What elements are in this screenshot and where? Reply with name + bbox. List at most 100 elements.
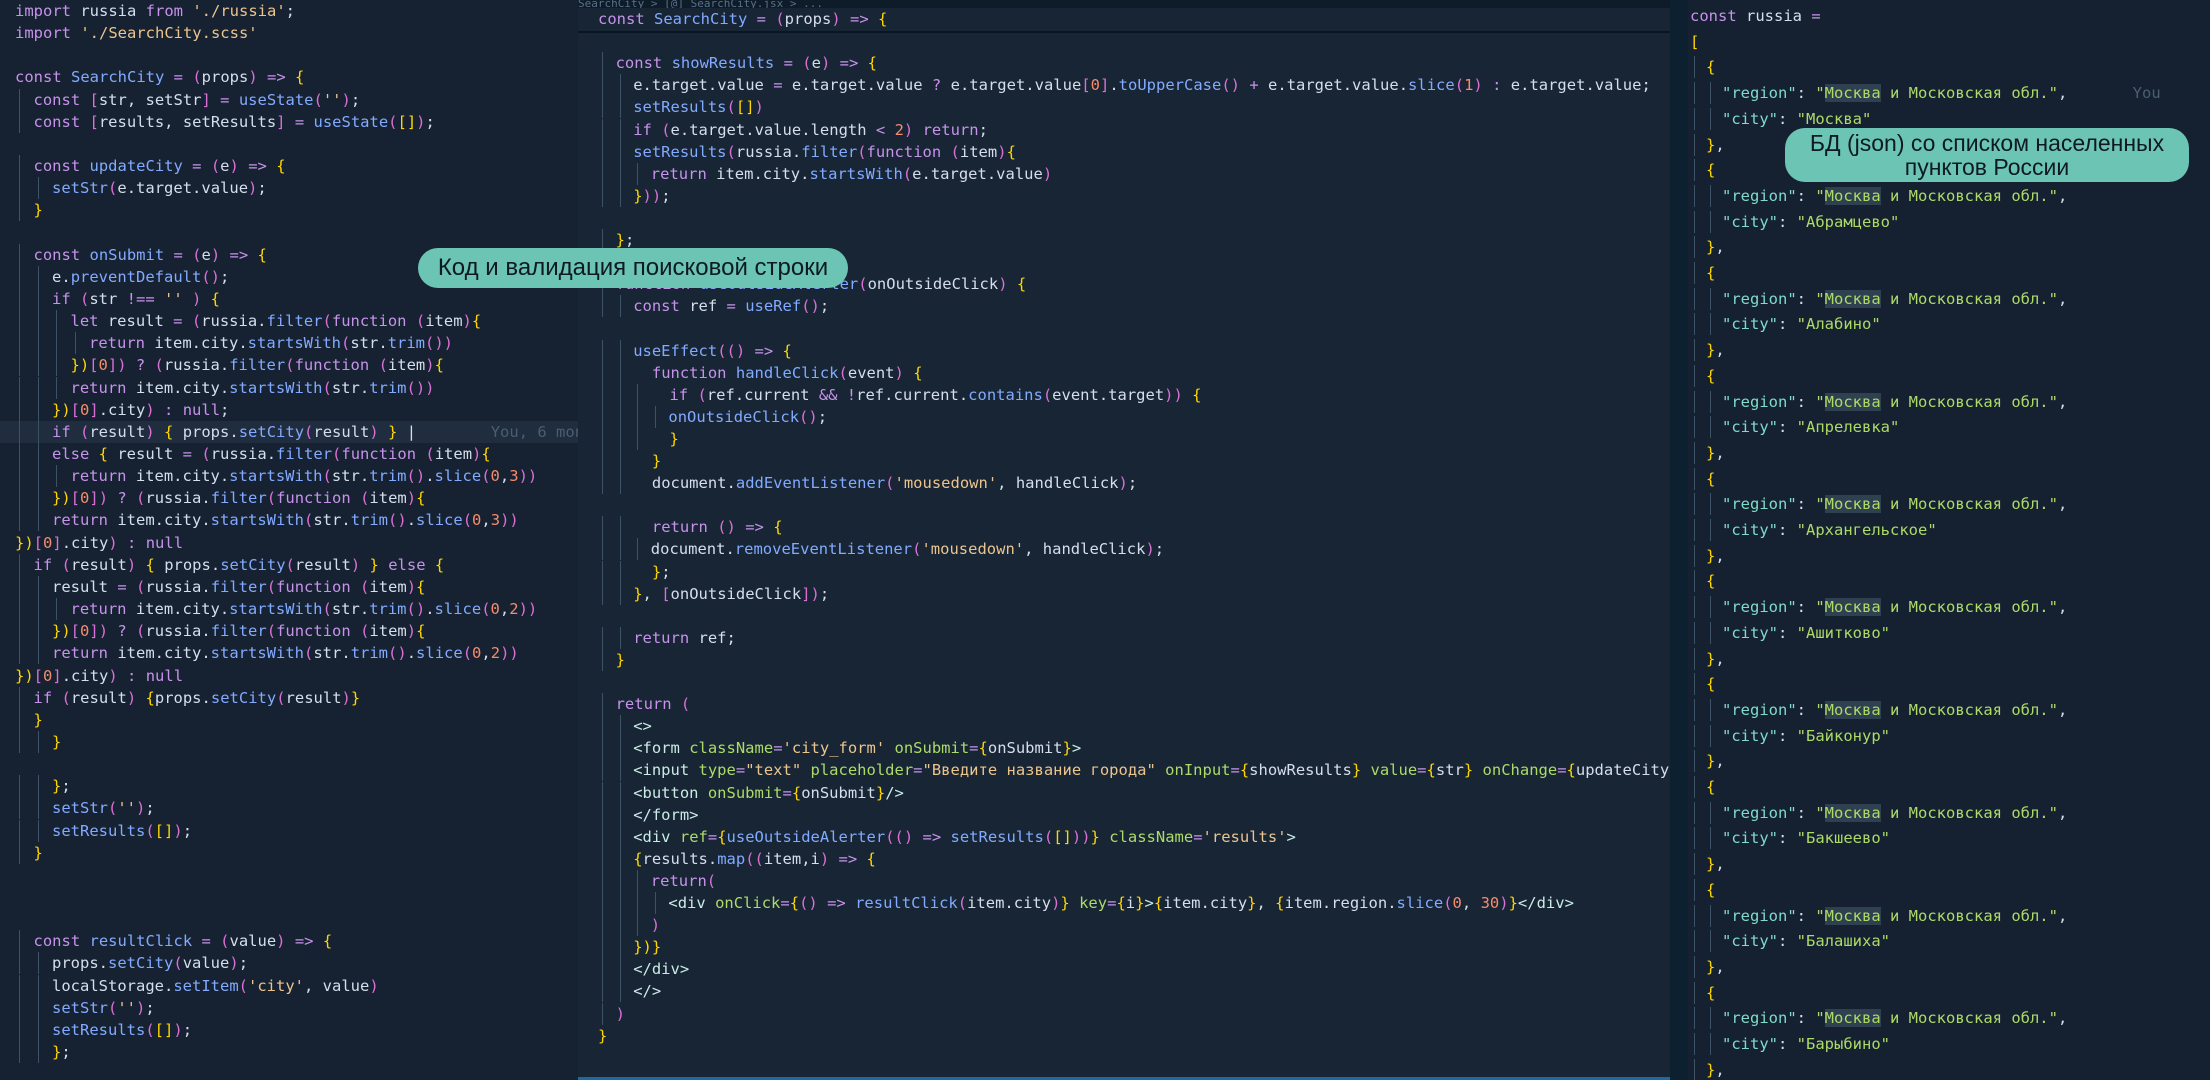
code-line[interactable]: ) (578, 1002, 1670, 1025)
code-line[interactable]: }, (1688, 339, 2210, 362)
code-line[interactable]: setResults([]); (0, 819, 578, 842)
code-line[interactable]: }; (578, 560, 1670, 583)
code-line[interactable]: return item.city.startsWith(str.trim().s… (0, 509, 578, 532)
code-line[interactable]: "city": "Алабино" (1688, 313, 2210, 336)
code-line[interactable]: } (578, 1025, 1670, 1047)
code-line[interactable] (0, 44, 578, 66)
code-line[interactable]: }, (1688, 236, 2210, 259)
code-line[interactable] (578, 605, 1670, 627)
code-line[interactable]: [ (1688, 31, 2210, 53)
code-line[interactable]: "city": "Барыбино" (1688, 1033, 2210, 1055)
code-line[interactable]: localStorage.setItem('city', value) (0, 974, 578, 997)
code-line[interactable]: setStr(e.target.value); (0, 177, 578, 200)
code-line[interactable] (0, 753, 578, 775)
code-line[interactable]: "region": "Москва и Московская обл.", (1688, 390, 2210, 413)
code-line[interactable]: }, (1688, 544, 2210, 567)
code-line[interactable]: } (0, 841, 578, 864)
code-line[interactable]: { (1688, 673, 2210, 696)
code-line[interactable]: if (str !== '' ) { (0, 287, 578, 310)
code-line[interactable]: "region": "Москва и Московская обл.", (1688, 596, 2210, 619)
code-line[interactable]: "region": "Москва и Московская обл.", (1688, 493, 2210, 516)
code-line[interactable] (0, 133, 578, 155)
code-line[interactable]: })[0]) ? (russia.filter(function (item){ (0, 620, 578, 643)
code-line[interactable]: return () => { (578, 516, 1670, 539)
code-line[interactable] (0, 908, 578, 930)
code-line[interactable]: const [str, setStr] = useState(''); (0, 88, 578, 111)
code-line[interactable]: const [results, setResults] = useState([… (0, 110, 578, 133)
code-line[interactable]: "city": "Бакшеево" (1688, 827, 2210, 850)
code-line[interactable]: }; (0, 1041, 578, 1064)
code-line[interactable]: if (result) { props.setCity(result) } el… (0, 553, 578, 576)
code-line[interactable] (0, 222, 578, 244)
code-line[interactable]: })[0]) ? (russia.filter(function (item){ (0, 354, 578, 377)
code-line[interactable]: { (1688, 262, 2210, 284)
code-line[interactable]: document.addEventListener('mousedown', h… (578, 472, 1670, 495)
code-line[interactable]: { (1688, 467, 2210, 490)
code-line[interactable] (0, 864, 578, 886)
code-line[interactable]: return( (578, 869, 1670, 892)
code-line[interactable]: return item.city.startsWith(str.trim().s… (0, 642, 578, 665)
code-line[interactable]: }, [onOutsideClick]); (578, 582, 1670, 605)
code-line[interactable]: if (ref.current && !ref.current.contains… (578, 383, 1670, 406)
code-line[interactable]: })[0].city) : null; (0, 398, 578, 421)
code-line[interactable]: "region": "Москва и Московская обл.", (1688, 904, 2210, 927)
code-line[interactable]: { (1688, 878, 2210, 901)
code-line[interactable] (578, 30, 1670, 52)
code-line[interactable]: }, (1688, 955, 2210, 978)
code-line[interactable]: })[0].city) : null (0, 532, 578, 554)
code-line[interactable]: const resultClick = (value) => { (0, 930, 578, 953)
code-line[interactable]: { (1688, 981, 2210, 1004)
code-line[interactable]: setStr(''); (0, 996, 578, 1019)
code-line[interactable]: "region": "Москва и Московская обл.", (1688, 184, 2210, 207)
code-line[interactable]: setResults(russia.filter(function (item)… (578, 140, 1670, 163)
code-line[interactable]: "city": "Архангельское" (1688, 519, 2210, 541)
code-line[interactable]: function handleClick(event) { (578, 361, 1670, 384)
code-line[interactable]: }; (0, 775, 578, 798)
code-line[interactable]: } (578, 427, 1670, 450)
code-line[interactable]: "city": "Ашитково" (1688, 621, 2210, 644)
code-line[interactable]: "city": "Балашиха" (1688, 930, 2210, 953)
code-line[interactable]: }, (1688, 1058, 2210, 1080)
code-line[interactable]: }, (1688, 441, 2210, 464)
code-line[interactable]: })[0].city) : null (0, 665, 578, 687)
code-line[interactable]: import './SearchCity.scss' (0, 22, 578, 44)
code-line[interactable]: </> (578, 980, 1670, 1003)
code-line[interactable]: }, (1688, 853, 2210, 876)
code-line[interactable] (578, 494, 1670, 516)
code-line[interactable]: onOutsideClick(); (578, 405, 1670, 428)
code-line[interactable]: "city": "Абрамцево" (1688, 210, 2210, 233)
code-panel-search-city-left[interactable]: import russia from './russia'; import './… (0, 0, 578, 1080)
code-line[interactable]: ) (578, 914, 1670, 937)
code-line[interactable]: return item.city.startsWith(e.target.val… (578, 162, 1670, 185)
code-line[interactable]: } (0, 199, 578, 222)
code-line[interactable]: return item.city.startsWith(str.trim()) (0, 376, 578, 399)
code-panel-search-city-middle[interactable]: SearchCity > [@] SearchCity.jsx > ... co… (578, 0, 1670, 1080)
code-line[interactable]: setResults([]); (0, 1018, 578, 1041)
code-line[interactable]: }, (1688, 647, 2210, 670)
code-line[interactable]: if (result) { props.setCity(result) } | … (0, 420, 578, 443)
code-line[interactable]: <> (578, 715, 1670, 738)
code-line[interactable]: setResults([]) (578, 96, 1670, 119)
code-line[interactable]: document.removeEventListener('mousedown'… (578, 538, 1670, 561)
code-line[interactable]: const SearchCity = (props) => { (0, 66, 578, 88)
code-line[interactable]: return item.city.startsWith(str.trim().s… (0, 465, 578, 488)
code-line[interactable]: return item.city.startsWith(str.trim().s… (0, 598, 578, 621)
code-line[interactable]: const ref = useRef(); (578, 295, 1670, 318)
code-line[interactable]: "region": "Москва и Московская обл.", Yo… (1688, 82, 2210, 105)
code-line[interactable]: "city": "Байконур" (1688, 724, 2210, 747)
code-line[interactable]: { (1688, 56, 2210, 79)
code-line[interactable]: else { result = (russia.filter(function … (0, 443, 578, 465)
code-line[interactable]: return ref; (578, 626, 1670, 649)
code-line[interactable]: } (0, 730, 578, 753)
code-line[interactable]: if (result) {props.setCity(result)} (0, 686, 578, 709)
code-line[interactable]: })} (578, 936, 1670, 959)
code-line[interactable]: </div> (578, 958, 1670, 981)
code-line[interactable]: if (e.target.value.length < 2) return; (578, 118, 1670, 141)
code-line[interactable]: "region": "Москва и Московская обл.", (1688, 801, 2210, 824)
code-line[interactable]: const showResults = (e) => { (578, 52, 1670, 75)
code-line[interactable]: let result = (russia.filter(function (it… (0, 310, 578, 333)
code-line[interactable] (578, 671, 1670, 693)
code-line[interactable]: { (1688, 364, 2210, 387)
code-line[interactable]: useEffect(() => { (578, 339, 1670, 362)
code-line[interactable]: { (1688, 776, 2210, 798)
